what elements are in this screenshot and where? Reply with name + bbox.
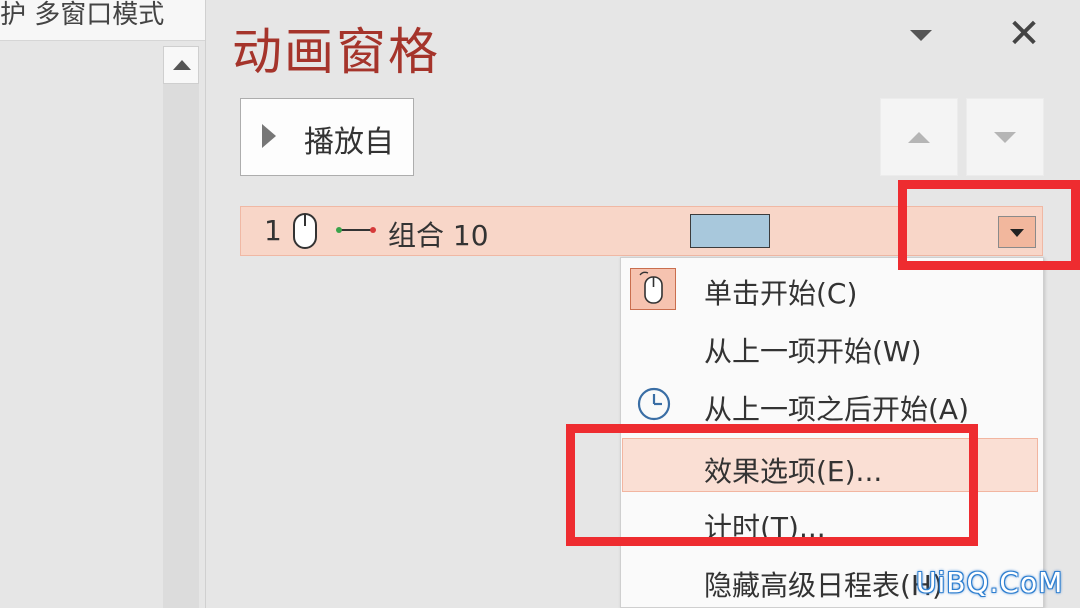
menu-label-start-with-previous: 从上一项开始(W) [704,335,922,368]
move-up-button[interactable] [880,98,958,176]
multi-window-mode-label: 护 多窗口模式 [0,0,165,30]
move-down-button[interactable] [966,98,1044,176]
animation-item-label: 组合 10 [388,219,489,252]
menu-label-start-on-click: 单击开始(C) [704,277,858,310]
animation-index: 1 [264,214,282,247]
mouse-click-icon [293,213,317,249]
play-icon [262,124,276,148]
close-icon[interactable]: ✕ [1004,14,1044,54]
motion-path-icon [336,227,376,233]
menu-label-start-after-previous: 从上一项之后开始(A) [704,393,970,426]
left-panel-header[interactable]: 护 多窗口模式 [0,0,205,41]
scroll-up-button[interactable] [163,46,199,84]
annotation-highlight-dropdown [898,180,1080,270]
watermark: UiBQ.CoM [916,566,1064,599]
vertical-scrollbar[interactable] [163,46,199,608]
play-from-label: 播放自 [304,125,394,160]
pane-options-chevron-icon[interactable] [906,26,936,46]
pane-title: 动画窗格 [232,23,440,81]
annotation-highlight-effect-options [566,424,978,546]
timeline-bar[interactable] [690,214,770,248]
menu-label-hide-advanced-timeline: 隐藏高级日程表(H) [704,569,943,602]
